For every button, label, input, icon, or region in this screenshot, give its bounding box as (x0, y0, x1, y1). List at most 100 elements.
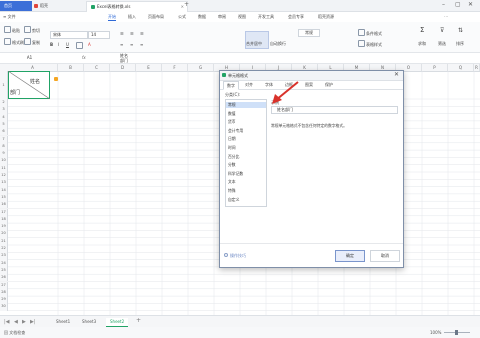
column-header[interactable]: F (162, 64, 188, 71)
menu-review[interactable]: 审阅 (218, 14, 226, 20)
new-tab-button[interactable]: + (184, 1, 189, 8)
last-sheet-icon[interactable]: ▶| (30, 319, 36, 325)
row-header[interactable]: 22 (0, 245, 8, 253)
fx-icon[interactable]: fx (82, 55, 86, 60)
row-header[interactable]: 14 (0, 186, 8, 194)
paste-button[interactable]: 粘贴 (4, 26, 20, 34)
category-item[interactable]: 时间 (228, 145, 236, 151)
cut-button[interactable]: 剪切 (24, 26, 40, 34)
menu-page-layout[interactable]: 页面布局 (148, 14, 164, 20)
maximize-icon[interactable]: ▢ (455, 1, 461, 8)
italic-button[interactable]: I (58, 42, 59, 47)
row-header[interactable]: 20 (0, 230, 8, 238)
row-header[interactable]: 26 (0, 274, 8, 282)
formula-content[interactable]: 姓名 部门 (120, 53, 128, 63)
tab-docer[interactable]: 稻壳 (30, 1, 78, 11)
menu-data[interactable]: 数据 (198, 14, 206, 20)
category-item[interactable]: 科学记数 (228, 171, 243, 177)
column-header[interactable]: B (58, 64, 84, 71)
filter-icon[interactable]: ⊽ (440, 27, 444, 34)
align-left-icon[interactable]: ≡ (120, 42, 123, 47)
copy-button[interactable]: 复制 (24, 38, 40, 46)
category-item[interactable]: 百分比 (228, 154, 239, 160)
sheet-tab-sheet3[interactable]: Sheet3 (78, 318, 100, 326)
row-header[interactable]: 27 (0, 281, 8, 289)
column-header[interactable]: A (8, 64, 58, 71)
wrap-text-button[interactable]: 自动换行 (270, 41, 286, 47)
menu-file[interactable]: ≡ 文件 (3, 14, 16, 20)
row-header[interactable]: 12 (0, 172, 8, 180)
row-header[interactable]: 5 (0, 120, 8, 129)
row-header[interactable]: 17 (0, 208, 8, 216)
tips-link[interactable]: 操作技巧 (230, 253, 246, 259)
borders-button[interactable] (76, 42, 84, 49)
row-header[interactable]: 21 (0, 237, 8, 245)
tab-protection[interactable]: 保护 (322, 81, 336, 88)
tab-home[interactable]: 首页 (0, 1, 32, 11)
cancel-button[interactable]: 取消 (370, 250, 400, 262)
row-header[interactable]: 25 (0, 266, 8, 275)
row-header[interactable]: 24 (0, 259, 8, 267)
dialog-close-icon[interactable]: ✕ (394, 71, 399, 78)
row-header[interactable]: 15 (0, 193, 8, 202)
menu-home[interactable]: 开始 (108, 14, 116, 21)
column-header[interactable]: G (188, 64, 214, 71)
zoom-slider-handle[interactable] (455, 330, 458, 335)
menu-docer[interactable]: 稻壳资源 (318, 14, 334, 20)
row-header[interactable]: 10 (0, 157, 8, 165)
category-item[interactable]: 货币 (228, 119, 236, 125)
tab-alignment[interactable]: 对齐 (242, 81, 256, 88)
row-header[interactable]: 7 (0, 135, 8, 143)
tab-number[interactable]: 数字 (223, 81, 239, 90)
bold-button[interactable]: B (50, 42, 53, 47)
format-painter-button[interactable]: 格式刷 (4, 38, 24, 46)
font-color-button[interactable]: A (88, 42, 91, 47)
category-item[interactable]: 分数 (228, 162, 236, 168)
category-item[interactable]: 会计专用 (228, 128, 243, 134)
align-middle-icon[interactable]: ☰ (130, 31, 134, 36)
menu-view[interactable]: 视图 (238, 14, 246, 20)
underline-button[interactable]: U (66, 42, 69, 47)
category-item[interactable]: 日期 (228, 136, 236, 142)
column-header[interactable]: R (474, 64, 480, 71)
align-center-icon[interactable]: ≡ (130, 42, 133, 47)
sheet-tab-sheet1[interactable]: Sheet1 (52, 318, 74, 326)
column-header[interactable]: P (422, 64, 448, 71)
category-item[interactable]: 特殊 (228, 188, 236, 194)
column-header[interactable]: C (84, 64, 110, 71)
minimize-icon[interactable]: – (442, 1, 445, 8)
row-header[interactable]: 1 (0, 71, 8, 99)
row-header[interactable]: 23 (0, 252, 8, 260)
sheet-tab-sheet2[interactable]: Sheet2 (106, 318, 129, 327)
first-sheet-icon[interactable]: |◀ (4, 319, 10, 325)
category-list[interactable]: 常规 数值 货币 会计专用 日期 时间 百分比 分数 科学记数 文本 特殊 自定义 (225, 99, 267, 207)
category-item[interactable]: 常规 (226, 102, 266, 108)
category-item[interactable]: 文本 (228, 179, 236, 185)
tab-document[interactable]: Excel表格转换.xls ✕ (86, 1, 188, 12)
row-header[interactable]: 18 (0, 215, 8, 224)
menu-developer[interactable]: 开发工具 (258, 14, 274, 20)
add-sheet-button[interactable]: + (136, 317, 141, 324)
row-header[interactable]: 2 (0, 99, 8, 107)
table-style-button[interactable]: 表格样式 (358, 40, 382, 48)
font-select[interactable]: 宋体 (50, 31, 88, 39)
row-header[interactable]: 9 (0, 150, 8, 158)
menu-formulas[interactable]: 公式 (178, 14, 186, 20)
smart-tag-icon[interactable] (54, 77, 58, 81)
row-header[interactable]: 8 (0, 142, 8, 151)
tab-pattern[interactable]: 图案 (302, 81, 316, 88)
row-header[interactable]: 11 (0, 164, 8, 172)
name-box[interactable]: A1 (2, 55, 57, 61)
align-bottom-icon[interactable]: ☰ (140, 31, 144, 36)
ok-button[interactable]: 确定 (335, 250, 365, 262)
more-icon[interactable]: ⋯ (444, 14, 448, 19)
align-right-icon[interactable]: ≡ (140, 42, 143, 47)
next-sheet-icon[interactable]: ▶ (22, 319, 26, 325)
row-header[interactable]: 29 (0, 296, 8, 304)
prev-sheet-icon[interactable]: ◀ (14, 319, 18, 325)
sum-icon[interactable]: Σ (420, 26, 424, 34)
row-header[interactable]: 16 (0, 201, 8, 209)
column-header[interactable]: Q (448, 64, 474, 71)
row-header[interactable]: 28 (0, 288, 8, 297)
zoom-level[interactable]: 100% (430, 330, 441, 335)
